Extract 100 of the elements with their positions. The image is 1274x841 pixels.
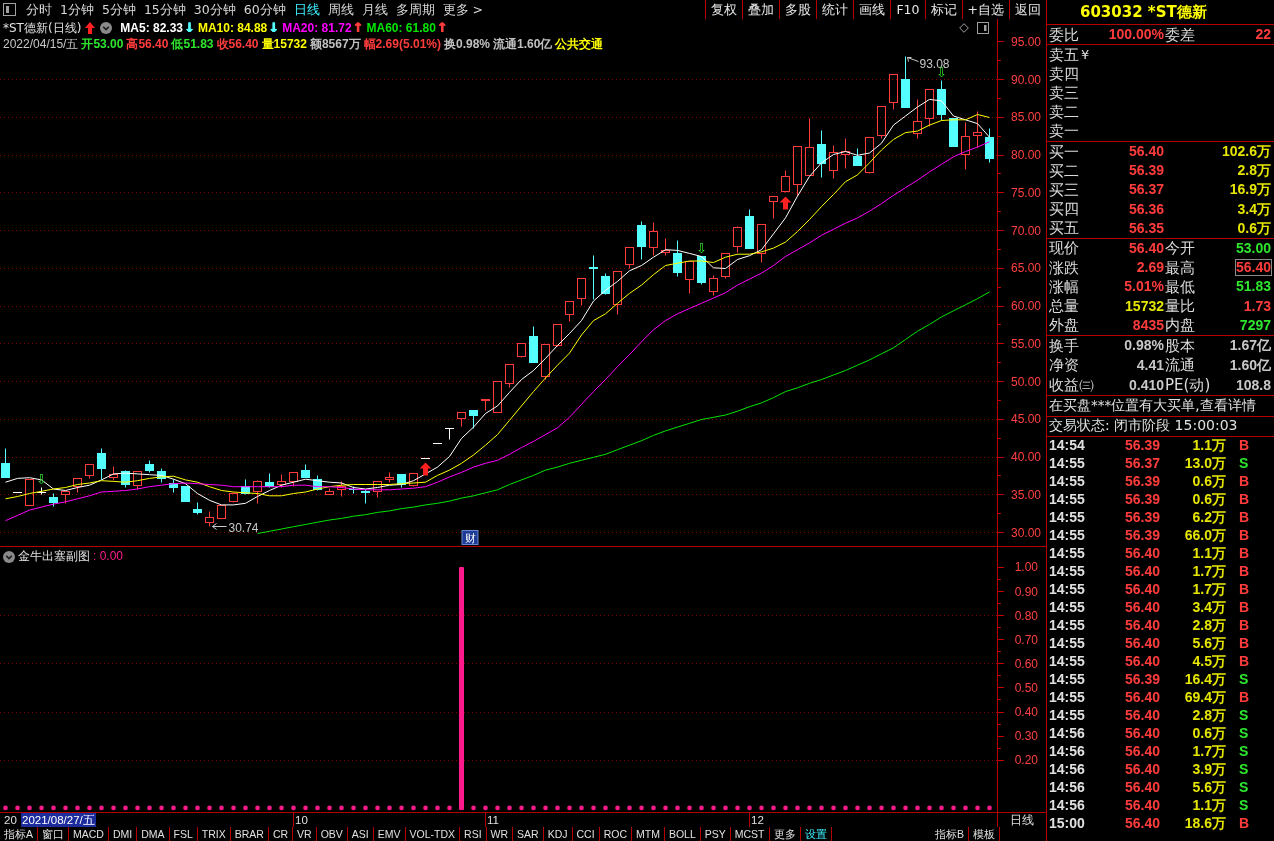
trend-arrow: ↓ (184, 20, 195, 36)
period-tab[interactable]: 月线 (361, 0, 388, 19)
legend-label: MA20: 81.72 (282, 20, 352, 36)
toolbar-button[interactable]: 返回 (1009, 0, 1046, 19)
quote-field: 低51.83 (171, 36, 214, 52)
indicator-tab[interactable]: WR (486, 827, 514, 841)
indicator-tab[interactable]: 模板 (969, 827, 1000, 841)
period-tab[interactable]: 5分钟 (101, 0, 136, 19)
trade-side: S (1238, 797, 1250, 815)
candlestick (601, 273, 610, 295)
panel-toggle-icon[interactable] (3, 3, 16, 16)
axis-label: 20 (4, 813, 17, 827)
zero-value-dot (303, 805, 308, 811)
bid-price: 56.40 (1127, 143, 1165, 161)
bid-label: 买五 (1049, 219, 1080, 238)
diamond-icon[interactable] (959, 23, 969, 33)
zero-value-dot (663, 805, 668, 811)
trade-volume: 1.7万 (1191, 581, 1227, 599)
indicator-tab[interactable]: 设置 (800, 827, 832, 841)
indicator-tab[interactable]: MTM (631, 827, 665, 841)
indicator-tab[interactable]: PSY (700, 827, 731, 841)
zero-value-dot (147, 805, 152, 811)
toolbar-button[interactable]: 统计 (816, 0, 854, 19)
zero-value-dot (927, 805, 932, 811)
indicator-tab[interactable]: VR (293, 827, 317, 841)
period-tab[interactable]: 日线 (293, 0, 320, 19)
event-badge[interactable]: 财 (461, 530, 479, 545)
candlestick (420, 458, 431, 459)
period-tab[interactable]: 30分钟 (193, 0, 236, 19)
toolbar-button[interactable]: 叠加 (742, 0, 780, 19)
period-tab[interactable]: 60分钟 (243, 0, 286, 19)
axis-label: 12 (751, 813, 764, 827)
indicator-tab[interactable]: MCST (730, 827, 770, 841)
indicator-tab[interactable]: 指标B (931, 827, 969, 841)
candlestick (361, 489, 370, 504)
window-icon[interactable] (977, 22, 989, 34)
toolbar-button[interactable]: +自选 (961, 0, 1009, 19)
cursor-date-label: 2021/08/27/五 (21, 813, 96, 827)
indicator-tab[interactable]: DMA (137, 827, 170, 841)
candlestick (12, 492, 23, 493)
trade-side: B (1238, 581, 1251, 599)
indicator-tab[interactable]: CCI (572, 827, 600, 841)
stat-label: 涨幅 (1049, 277, 1080, 296)
candlestick (901, 56, 910, 108)
indicator-tab[interactable]: BRAR (230, 827, 269, 841)
indicator-tab[interactable]: MACD (69, 827, 109, 841)
period-tab[interactable]: 分时 (26, 0, 52, 19)
indicator-tab[interactable]: SAR (513, 827, 544, 841)
indicator-tab[interactable]: OBV (316, 827, 348, 841)
indicator-tab[interactable]: TRIX (197, 827, 231, 841)
trade-time: 15:00 (1049, 815, 1086, 833)
indicator-tab[interactable]: EMV (373, 827, 406, 841)
candlestick (649, 222, 658, 256)
dropdown-icon[interactable] (100, 22, 113, 34)
stat-value: 53.00 (1234, 239, 1272, 257)
toolbar-button[interactable]: 标记 (924, 0, 962, 19)
axis-label: 60.00 (1010, 299, 1041, 314)
stat-value: 1.73 (1242, 297, 1272, 315)
stat-value: 0.98% (1123, 337, 1165, 355)
toolbar-button[interactable]: F10 (890, 0, 925, 19)
indicator-tab[interactable]: FSL (169, 827, 198, 841)
candlestick (889, 74, 898, 110)
axis-label: 70.00 (1010, 223, 1041, 238)
zero-value-dot (867, 805, 872, 811)
indicator-tab[interactable]: VOL-TDX (405, 827, 461, 841)
indicator-tab[interactable]: ROC (599, 827, 632, 841)
toolbar-button[interactable]: 画线 (853, 0, 891, 19)
period-tab[interactable]: 1分钟 (60, 0, 94, 19)
period-tab[interactable]: 多周期 (395, 0, 435, 19)
toolbar-button[interactable]: 复权 (705, 0, 743, 19)
trade-price: 56.40 (1123, 797, 1161, 815)
quote-field: 开53.00 (81, 36, 124, 52)
indicator-tab[interactable]: RSI (460, 827, 487, 841)
zero-value-dot (903, 805, 908, 811)
indicator-tab[interactable]: DMI (108, 827, 138, 841)
zero-value-dot (963, 805, 968, 811)
trade-volume: 4.5万 (1191, 653, 1227, 671)
indicator-tab[interactable]: KDJ (543, 827, 573, 841)
zero-value-dot (387, 805, 392, 811)
candlestick (301, 464, 310, 478)
period-tab[interactable]: 更多 > (442, 0, 484, 19)
trade-side: B (1238, 473, 1251, 491)
toolbar-button[interactable]: 多股 (779, 0, 817, 19)
indicator-tab[interactable]: 窗口 (38, 827, 69, 841)
candlestick (325, 488, 334, 495)
stat-value: 0.410 (1127, 376, 1165, 394)
trade-time: 14:55 (1049, 653, 1086, 671)
trade-time: 14:56 (1049, 725, 1086, 743)
indicator-tab[interactable]: CR (268, 827, 294, 841)
zero-value-dot (375, 805, 380, 811)
indicator-tab[interactable]: 指标A (0, 827, 38, 841)
candlestick (589, 255, 598, 300)
notice-text[interactable]: 在买盘***位置有大买单,查看详情 (1049, 396, 1256, 415)
dropdown-icon[interactable] (3, 550, 15, 563)
period-tab[interactable]: 周线 (327, 0, 354, 19)
period-tab[interactable]: 15分钟 (143, 0, 186, 19)
indicator-tab[interactable]: BOLL (664, 827, 701, 841)
indicator-tab[interactable]: 更多 (769, 827, 801, 841)
bid-price: 56.37 (1127, 181, 1165, 199)
indicator-tab[interactable]: ASI (347, 827, 374, 841)
